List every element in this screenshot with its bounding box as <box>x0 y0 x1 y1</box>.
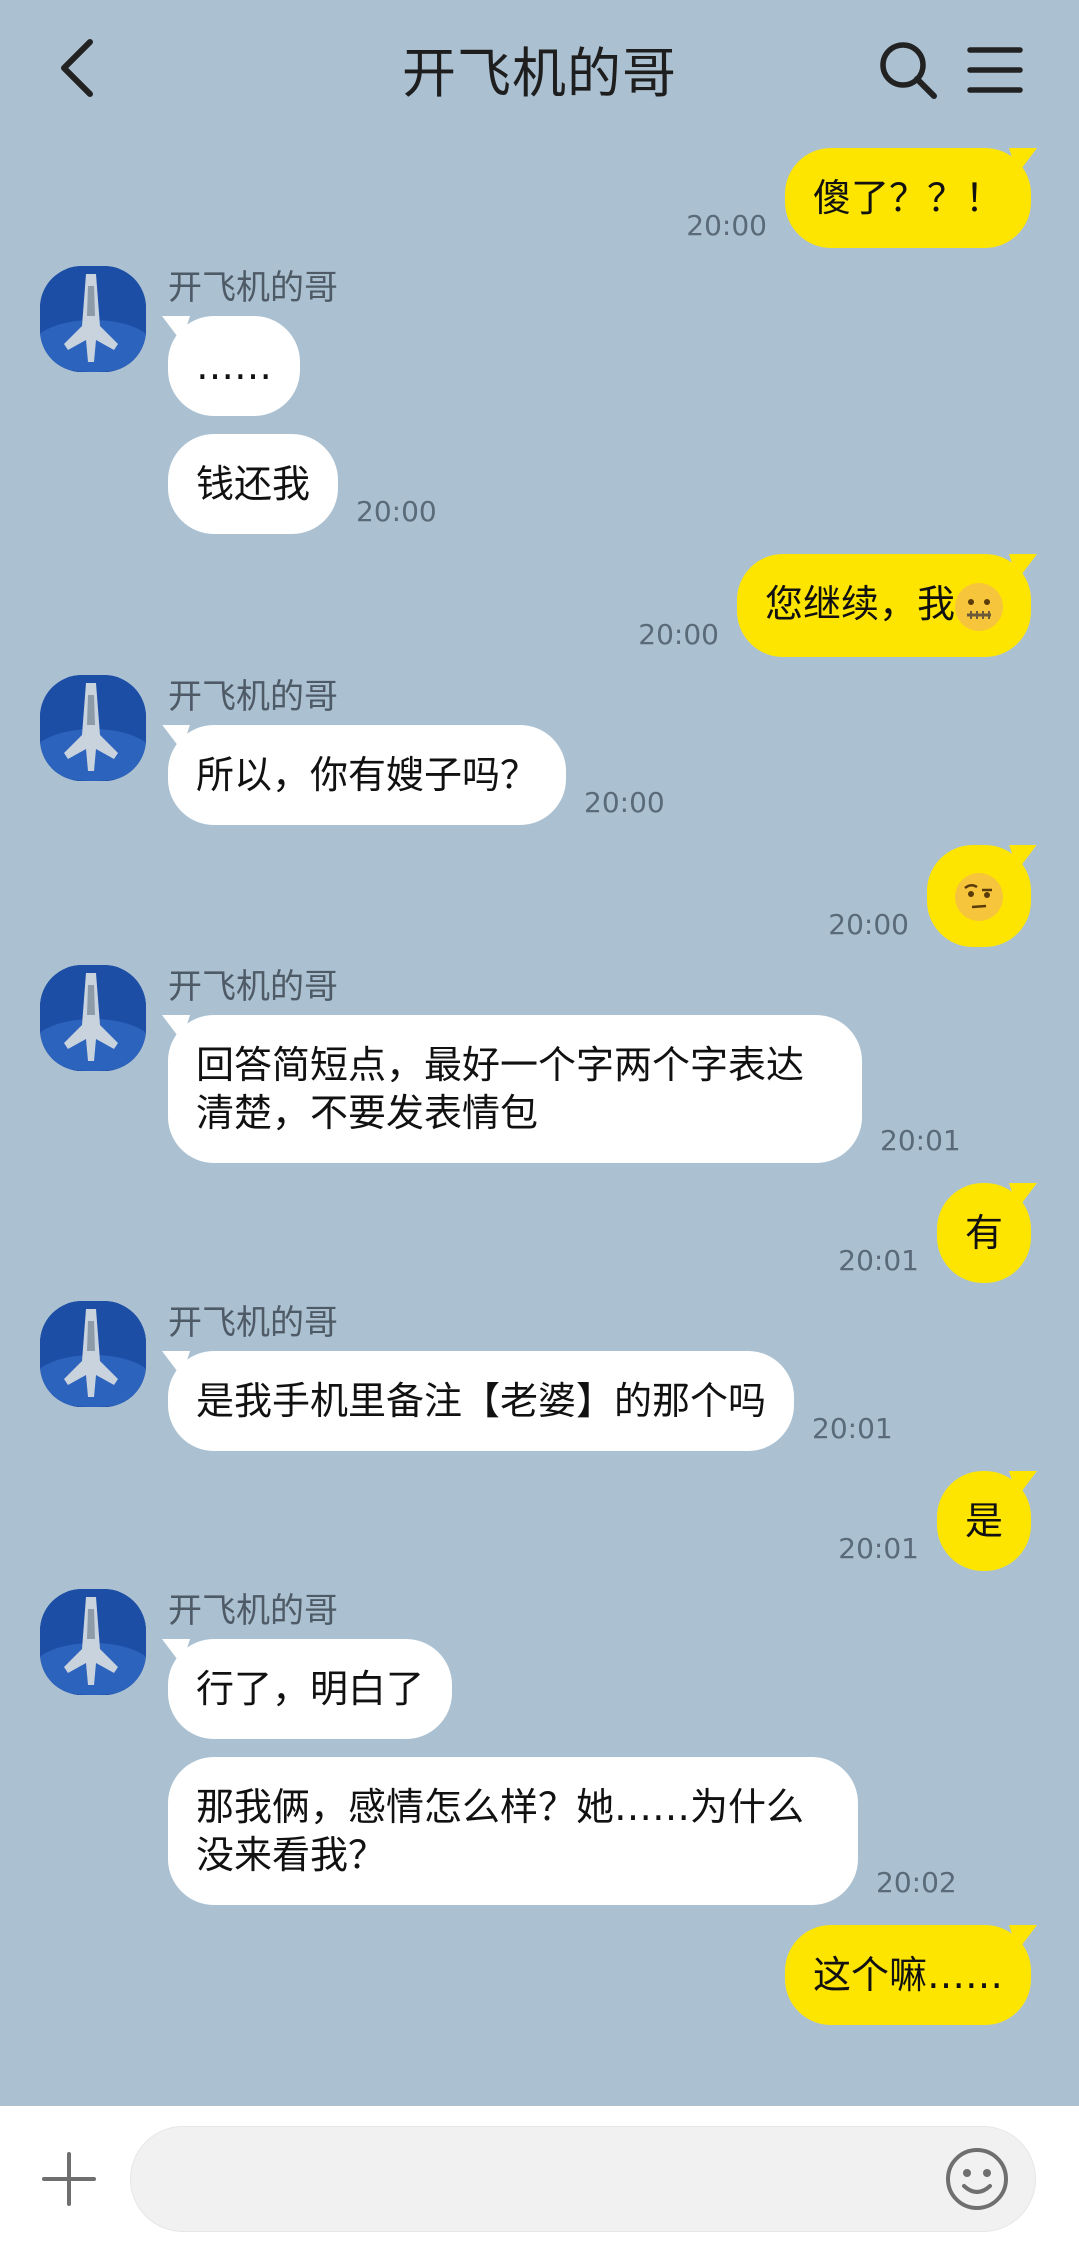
message-text: 您继续，我 <box>764 582 955 626</box>
message-incoming: 所以，你有嫂子吗？ 20:00 <box>0 724 1079 825</box>
chevron-left-icon[interactable] <box>50 36 110 100</box>
incoming-message-group: 开飞机的哥 回答简短点，最好一个字两个字表达清楚，不要发表情包 20:01 <box>0 965 1079 1163</box>
message-bubble[interactable]: 您继续，我 <box>736 554 1031 657</box>
search-icon[interactable] <box>876 38 940 102</box>
message-time: 20:01 <box>838 1532 919 1565</box>
message-bubble[interactable]: 有 <box>936 1183 1031 1283</box>
message-bubble[interactable]: 所以，你有嫂子吗？ <box>168 724 567 825</box>
message-bubble[interactable]: 傻了？？！ <box>784 148 1031 248</box>
incoming-message-group: 开飞机的哥 行了，明白了 那我俩，感情怎么样？她……为什么没来看我？ 20:02 <box>0 1589 1079 1905</box>
fighter-jet-image <box>40 1301 146 1407</box>
message-input-bar <box>0 2106 1079 2247</box>
hamburger-menu-icon[interactable] <box>966 44 1024 96</box>
message-bubble[interactable] <box>927 844 1031 947</box>
plus-icon[interactable] <box>40 2150 98 2208</box>
chat-screen: 开飞机的哥 20:00 傻了？？！ 开飞机的哥 …… 钱还我 20:00 20:… <box>0 0 1079 2247</box>
message-outgoing: 20:01 是 <box>0 1471 1079 1571</box>
message-bubble[interactable]: 回答简短点，最好一个字两个字表达清楚，不要发表情包 <box>168 1015 862 1163</box>
message-outgoing: 20:00 <box>0 844 1079 947</box>
fighter-jet-image <box>40 266 146 372</box>
avatar[interactable] <box>40 266 146 372</box>
message-time: 20:00 <box>828 908 909 941</box>
message-list[interactable]: 20:00 傻了？？！ 开飞机的哥 …… 钱还我 20:00 20:00 您继续… <box>0 136 1079 2106</box>
raised-eyebrow-emoji <box>955 873 1003 921</box>
message-time: 20:01 <box>880 1124 961 1157</box>
incoming-message-group: 开飞机的哥 …… 钱还我 20:00 <box>0 266 1079 534</box>
message-time: 20:00 <box>638 617 719 651</box>
sender-name: 开飞机的哥 <box>168 268 338 308</box>
avatar[interactable] <box>40 1301 146 1407</box>
avatar[interactable] <box>40 1589 146 1695</box>
message-bubble[interactable]: 那我俩，感情怎么样？她……为什么没来看我？ <box>168 1757 858 1905</box>
message-outgoing: 20:00 您继续，我 <box>0 554 1079 657</box>
message-bubble[interactable]: 是 <box>936 1471 1031 1571</box>
message-incoming: …… <box>0 316 1079 416</box>
sender-name: 开飞机的哥 <box>168 1591 338 1631</box>
message-time: 20:02 <box>876 1866 957 1899</box>
smiley-icon[interactable] <box>944 2146 1010 2212</box>
sender-name: 开飞机的哥 <box>168 967 338 1007</box>
fighter-jet-image <box>40 965 146 1071</box>
message-time: 20:01 <box>838 1244 919 1277</box>
message-incoming: 钱还我 20:00 <box>0 434 1079 534</box>
zipper-mouth-emoji <box>955 582 1003 631</box>
message-bubble[interactable]: 这个嘛…… <box>784 1925 1031 2025</box>
message-time: 20:01 <box>812 1412 893 1445</box>
message-bubble[interactable]: 钱还我 <box>168 434 339 534</box>
avatar[interactable] <box>40 965 146 1071</box>
message-bubble[interactable]: 是我手机里备注【老婆】的那个吗 <box>168 1351 795 1451</box>
message-outgoing: 20:01 有 <box>0 1183 1079 1283</box>
incoming-message-group: 开飞机的哥 所以，你有嫂子吗？ 20:00 <box>0 674 1079 825</box>
fighter-jet-image <box>40 674 146 781</box>
message-incoming: 那我俩，感情怎么样？她……为什么没来看我？ 20:02 <box>0 1757 1079 1905</box>
message-time: 20:00 <box>356 495 437 528</box>
chat-title: 开飞机的哥 <box>402 41 677 105</box>
incoming-message-group: 开飞机的哥 是我手机里备注【老婆】的那个吗 20:01 <box>0 1301 1079 1451</box>
message-bubble[interactable]: …… <box>168 316 300 416</box>
sender-name: 开飞机的哥 <box>168 1303 338 1343</box>
message-time: 20:00 <box>686 209 767 242</box>
message-outgoing: 20:00 傻了？？！ <box>0 148 1079 248</box>
message-incoming: 行了，明白了 <box>0 1639 1079 1739</box>
message-incoming: 回答简短点，最好一个字两个字表达清楚，不要发表情包 20:01 <box>0 1015 1079 1163</box>
avatar[interactable] <box>40 674 146 781</box>
chat-header: 开飞机的哥 <box>0 0 1079 136</box>
fighter-jet-image <box>40 1589 146 1695</box>
message-outgoing: 这个嘛…… <box>0 1925 1079 2025</box>
message-incoming: 是我手机里备注【老婆】的那个吗 20:01 <box>0 1351 1079 1451</box>
message-bubble[interactable]: 行了，明白了 <box>168 1639 453 1739</box>
message-input[interactable] <box>130 2126 1036 2232</box>
message-time: 20:00 <box>584 785 665 819</box>
sender-name: 开飞机的哥 <box>168 676 338 717</box>
